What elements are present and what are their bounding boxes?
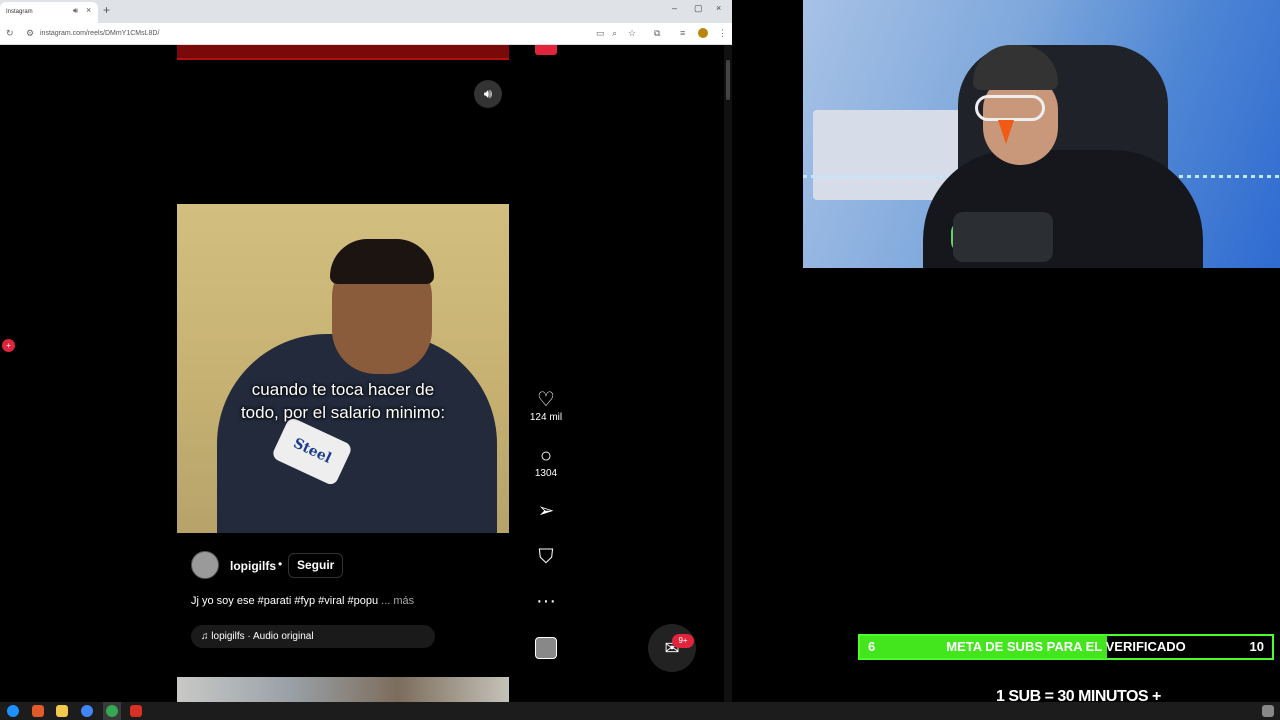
goal-label: META DE SUBS PARA EL VERIFICADO (946, 639, 1186, 654)
video-caption: cuando te toca hacer de todo, por el sal… (177, 378, 509, 424)
like-count: 124 mil (529, 412, 563, 423)
taskbar (0, 702, 1280, 720)
mute-button[interactable]: 🔊︎ (474, 80, 502, 108)
more-icon: ··· (536, 590, 556, 612)
notification-badge[interactable]: + (2, 339, 15, 352)
previous-reel-badge (535, 45, 557, 55)
reel-video[interactable]: Steel cuando te toca hacer de todo, por … (177, 204, 509, 533)
messages-badge: 9+ (672, 634, 694, 648)
save-button[interactable]: ⛉ (528, 546, 564, 568)
comment-count: 1304 (534, 468, 558, 479)
poster-separator: • (278, 557, 283, 571)
cast-icon[interactable]: ▭ (596, 28, 605, 39)
speaker-icon: 🔊︎ (483, 86, 493, 101)
next-reel-video[interactable] (177, 677, 509, 702)
app-icon[interactable] (130, 705, 142, 717)
subscriber-goal-bar: 6 META DE SUBS PARA EL VERIFICADO 10 (858, 634, 1274, 660)
scrollbar[interactable] (724, 45, 732, 702)
edge-icon[interactable] (7, 705, 19, 717)
video-person-hair (330, 239, 434, 284)
brave-icon[interactable] (32, 705, 44, 717)
url-field[interactable]: instagram.com/reels/DMmY1CMsL8D/ (40, 30, 159, 37)
audio-avatar[interactable] (535, 637, 557, 659)
webcam-glasses (975, 95, 1045, 121)
bookmark-star-icon[interactable]: ☆ (628, 28, 636, 39)
speaker-icon[interactable]: 🔊︎ (73, 6, 78, 16)
more-options-button[interactable]: ··· (528, 590, 564, 612)
music-note-icon: ♫ (201, 631, 212, 642)
reel-description: Jj yo soy ese #parati #fyp #viral #popu … (191, 595, 414, 607)
like-button[interactable]: ♡ 124 mil (528, 389, 564, 423)
webcam-overlay (803, 0, 1280, 268)
folder-icon[interactable] (56, 705, 68, 717)
poster-row: lopigilfs • Seguir (191, 551, 491, 581)
description-text: Jj yo soy ese #parati #fyp #viral #popu (191, 595, 379, 607)
menu-icon[interactable]: ⋮ (718, 28, 727, 39)
comment-icon: ○ (539, 445, 553, 467)
caption-line-2: todo, por el salario minimo: (240, 403, 446, 422)
poster-avatar[interactable] (191, 551, 219, 579)
address-bar: ↻ ⚙ instagram.com/reels/DMmY1CMsL8D/ ▭ ⌕… (0, 23, 732, 45)
webcam-costume-nose (998, 120, 1014, 144)
bookmark-icon: ⛉ (538, 546, 554, 568)
chrome-profile-icon[interactable] (106, 705, 118, 717)
tab-strip: Instagram 🔊︎ × + – ▢ × (0, 0, 732, 23)
zoom-icon[interactable]: ⌕ (612, 28, 617, 39)
chrome-icon[interactable] (81, 705, 93, 717)
comment-button[interactable]: ○ 1304 (528, 445, 564, 479)
tab-title: Instagram (6, 9, 33, 15)
new-tab-button[interactable]: + (103, 3, 110, 17)
site-info-icon[interactable]: ⚙ (26, 28, 34, 39)
reload-icon[interactable]: ↻ (6, 28, 14, 39)
browser-window: Instagram 🔊︎ × + – ▢ × ↻ ⚙ instagram.com… (0, 0, 732, 702)
minimize-button[interactable]: – (672, 3, 677, 13)
description-more-link[interactable]: ... más (381, 595, 414, 607)
audio-label: lopigilfs · Audio original (211, 631, 314, 642)
tray-icon[interactable] (1262, 705, 1274, 717)
tab-close-button[interactable]: × (86, 5, 91, 15)
caption-line-1: cuando te toca hacer de (251, 380, 435, 399)
tab-instagram[interactable]: Instagram 🔊︎ × (0, 2, 98, 23)
profile-avatar[interactable] (698, 28, 708, 38)
extensions-icon[interactable]: ⧉ (654, 28, 660, 39)
follow-button[interactable]: Seguir (288, 553, 344, 578)
maximize-button[interactable]: ▢ (694, 3, 703, 14)
audio-pill[interactable]: ♫ lopigilfs · Audio original (191, 625, 435, 648)
messages-button[interactable]: ✉ (648, 624, 696, 672)
send-icon: ➢ (537, 500, 555, 522)
webcam-microphone (953, 212, 1053, 262)
share-button[interactable]: ➢ (528, 500, 564, 522)
heart-icon: ♡ (537, 389, 555, 411)
scrollbar-thumb[interactable] (726, 60, 730, 100)
poster-username[interactable]: lopigilfs (230, 559, 276, 573)
media-icon[interactable]: ≡ (680, 28, 685, 38)
close-window-button[interactable]: × (716, 3, 721, 13)
goal-target-count: 10 (1249, 639, 1264, 654)
previous-reel-video[interactable] (177, 45, 509, 60)
